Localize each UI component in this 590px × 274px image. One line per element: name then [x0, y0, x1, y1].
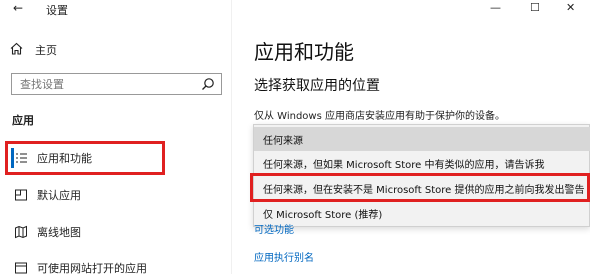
description-text: 仅从 Windows 应用商店安装应用有助于保护你的设备。 [254, 111, 505, 122]
section-label-apps: 应用 [12, 114, 34, 127]
main-content: — ☐ ✕ 应用和功能 选择获取应用的位置 仅从 Windows 应用商店安装应… [233, 0, 590, 274]
title-bar: ← 设置 [0, 0, 232, 18]
home-nav-item[interactable]: 主页 [10, 42, 57, 58]
window-controls: — ☐ ✕ [450, 0, 590, 18]
app-execution-aliases-link[interactable]: 应用执行别名 [254, 249, 314, 264]
sidebar-item-label: 默认应用 [37, 189, 81, 202]
dropdown-option-notify[interactable]: 任何来源，但如果 Microsoft Store 中有类似的应用，请告诉我 [254, 151, 590, 175]
close-button[interactable]: ✕ [566, 1, 575, 14]
sidebar-item-label: 可使用网站打开的应用 [37, 262, 147, 274]
optional-features-link[interactable]: 可选功能 [254, 221, 294, 236]
default-apps-icon [15, 189, 27, 201]
annotation-highlight-box [5, 141, 165, 175]
window-title: 设置 [46, 4, 68, 17]
minimize-button[interactable]: — [490, 1, 501, 14]
sidebar: ← 设置 主页 应用 应用和功能 默认应用 离线地图 可使用网站打开的应用 [0, 0, 232, 274]
annotation-highlight-box [250, 173, 590, 202]
back-arrow-icon[interactable]: ← [13, 1, 23, 15]
search-box[interactable] [11, 73, 222, 95]
page-title: 应用和功能 [254, 40, 354, 64]
option-label: 任何来源，但如果 Microsoft Store 中有类似的应用，请告诉我 [263, 159, 545, 171]
option-label: 仅 Microsoft Store (推荐) [263, 209, 383, 221]
sidebar-item-offline-maps[interactable]: 离线地图 [0, 220, 232, 244]
apps-for-websites-icon [15, 262, 27, 274]
search-icon[interactable] [201, 77, 215, 91]
maximize-button[interactable]: ☐ [530, 1, 540, 14]
sidebar-item-label: 离线地图 [37, 226, 81, 239]
sidebar-item-apps-for-websites[interactable]: 可使用网站打开的应用 [0, 256, 232, 274]
dropdown-option-store-only[interactable]: 仅 Microsoft Store (推荐) [254, 201, 590, 225]
home-icon [10, 42, 26, 58]
option-label: 任何来源 [263, 135, 303, 147]
home-label: 主页 [35, 44, 57, 57]
dropdown-option-any-source[interactable]: 任何来源 [254, 127, 590, 151]
sidebar-item-default-apps[interactable]: 默认应用 [0, 183, 232, 207]
section-heading: 选择获取应用的位置 [254, 78, 380, 94]
search-input[interactable] [20, 77, 190, 91]
offline-maps-icon [15, 225, 27, 239]
